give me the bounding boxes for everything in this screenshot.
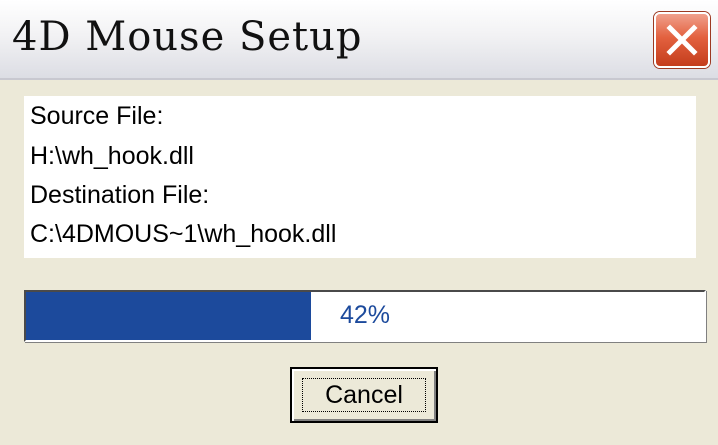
setup-dialog: 4D Mouse Setup Source File: H:\wh_hook.d…: [0, 0, 718, 445]
window-title: 4D Mouse Setup: [12, 14, 363, 60]
title-bar[interactable]: 4D Mouse Setup: [0, 0, 718, 80]
close-button[interactable]: [654, 12, 710, 68]
close-icon: [666, 24, 698, 56]
source-file-path: H:\wh_hook.dll: [30, 142, 194, 170]
cancel-button-label: Cancel: [325, 381, 403, 409]
progress-bar: 42%: [24, 290, 706, 342]
progress-percent: 42%: [339, 301, 391, 329]
destination-file-label: Destination File:: [30, 181, 210, 209]
file-info-panel: Source File: H:\wh_hook.dll Destination …: [24, 96, 696, 258]
cancel-button[interactable]: Cancel: [290, 367, 438, 423]
destination-file-path: C:\4DMOUS~1\wh_hook.dll: [30, 220, 337, 248]
source-file-label: Source File:: [30, 102, 164, 130]
